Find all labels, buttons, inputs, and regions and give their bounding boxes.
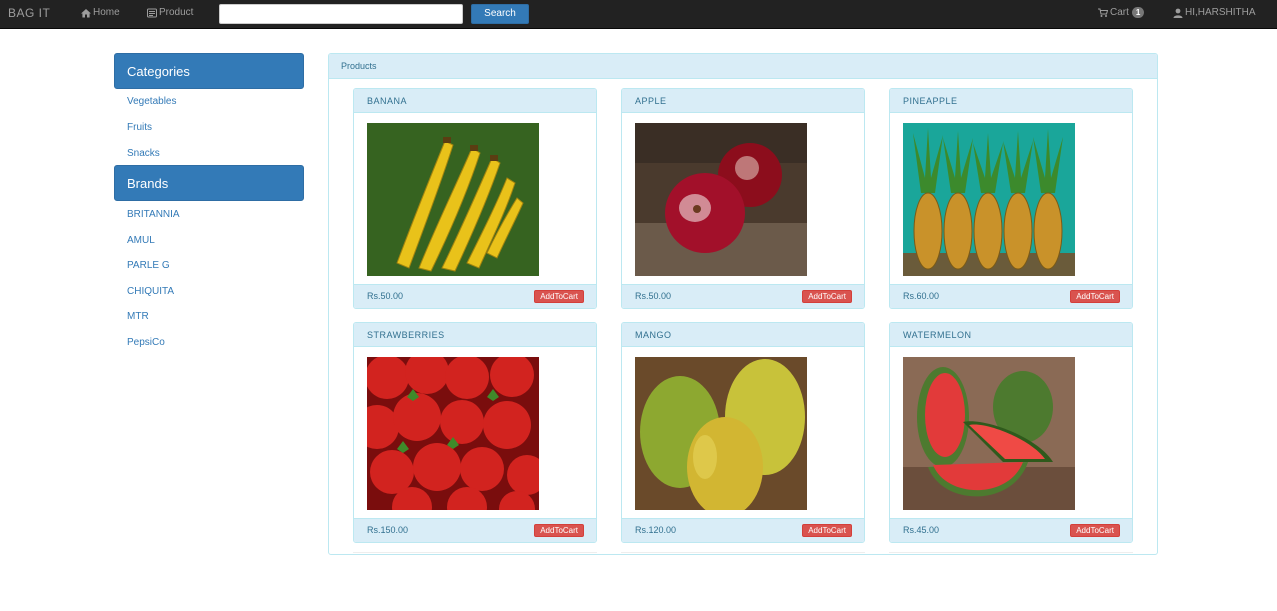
add-to-cart-button[interactable]: AddToCart — [534, 290, 584, 303]
brand-link-amul[interactable]: AMUL — [127, 235, 155, 246]
product-price: Rs.150.00 — [367, 525, 409, 535]
brand-link-pepsico[interactable]: PepsiCo — [127, 337, 165, 348]
brand-link-chiquita[interactable]: CHIQUITA — [127, 286, 174, 297]
list-icon — [147, 8, 157, 17]
brand-logo[interactable]: BAG IT — [8, 6, 50, 20]
product-name: MANGO — [622, 323, 864, 347]
category-link-snacks[interactable]: Snacks — [127, 148, 160, 159]
brands-header: Brands — [114, 165, 304, 201]
product-card: PINEAPPLE Rs.60.00 AddToCart — [889, 88, 1133, 309]
product-card: MANGO Rs.120.00 AddToCart — [621, 322, 865, 543]
nav-user-link[interactable]: HI,HARSHITHA — [1173, 7, 1256, 18]
top-navbar: BAG IT Home Product Search Cart 1 HI,HAR… — [0, 0, 1277, 29]
product-name: BANANA — [354, 89, 596, 113]
apple-image[interactable] — [635, 123, 807, 276]
product-price: Rs.50.00 — [367, 291, 404, 301]
category-link-fruits[interactable]: Fruits — [127, 122, 152, 133]
banana-image[interactable] — [367, 123, 539, 276]
product-card-footer: Rs.45.00 AddToCart — [890, 518, 1132, 542]
strawberries-image[interactable] — [367, 357, 539, 510]
product-price: Rs.60.00 — [903, 291, 940, 301]
watermelon-image[interactable] — [903, 357, 1075, 510]
nav-product-label: Product — [159, 7, 194, 18]
brand-link-parle-g[interactable]: PARLE G — [127, 260, 170, 271]
product-card-footer: Rs.50.00 AddToCart — [354, 284, 596, 308]
product-price: Rs.50.00 — [635, 291, 672, 301]
product-card-footer: Rs.50.00 AddToCart — [622, 284, 864, 308]
cart-count-badge: 1 — [1131, 7, 1145, 18]
user-icon — [1173, 8, 1183, 18]
product-card-footer: Rs.60.00 AddToCart — [890, 284, 1132, 308]
pineapple-image[interactable] — [903, 123, 1075, 276]
product-card: STRAWBERRIES Rs.150.00 AddToCart — [353, 322, 597, 543]
nav-product-link[interactable]: Product — [147, 7, 193, 18]
search-button[interactable]: Search — [471, 4, 529, 24]
products-panel-title: Products — [329, 54, 1157, 79]
product-name: PINEAPPLE — [890, 89, 1132, 113]
product-card: WATERMELON Rs.45.00 AddToCart — [889, 322, 1133, 543]
product-card-footer: Rs.150.00 AddToCart — [354, 518, 596, 542]
add-to-cart-button[interactable]: AddToCart — [1070, 524, 1120, 537]
next-row-card-edge — [353, 552, 597, 554]
mango-image[interactable] — [635, 357, 807, 510]
home-icon — [81, 8, 91, 17]
add-to-cart-button[interactable]: AddToCart — [534, 524, 584, 537]
brand-link-mtr[interactable]: MTR — [127, 311, 149, 322]
product-price: Rs.120.00 — [635, 525, 677, 535]
nav-cart-link[interactable]: Cart 1 — [1098, 7, 1145, 18]
nav-user-label: HI,HARSHITHA — [1185, 7, 1256, 18]
product-price: Rs.45.00 — [903, 525, 940, 535]
add-to-cart-button[interactable]: AddToCart — [1070, 290, 1120, 303]
product-name: WATERMELON — [890, 323, 1132, 347]
add-to-cart-button[interactable]: AddToCart — [802, 290, 852, 303]
nav-home-label: Home — [93, 7, 120, 18]
add-to-cart-button[interactable]: AddToCart — [802, 524, 852, 537]
product-card: BANANA Rs.50.00 AddToCart — [353, 88, 597, 309]
product-card-footer: Rs.120.00 AddToCart — [622, 518, 864, 542]
products-panel: Products BANANA Rs.50.00 AddToCart APPLE… — [328, 53, 1158, 555]
brand-link-britannia[interactable]: BRITANNIA — [127, 209, 180, 220]
next-row-card-edge — [889, 552, 1133, 554]
product-name: APPLE — [622, 89, 864, 113]
cart-icon — [1098, 8, 1108, 17]
nav-cart-label: Cart — [1110, 7, 1129, 18]
product-name: STRAWBERRIES — [354, 323, 596, 347]
category-link-vegetables[interactable]: Vegetables — [127, 96, 177, 107]
search-input[interactable] — [219, 4, 463, 24]
next-row-card-edge — [621, 552, 865, 554]
product-card: APPLE Rs.50.00 AddToCart — [621, 88, 865, 309]
nav-home-link[interactable]: Home — [81, 7, 120, 18]
categories-header: Categories — [114, 53, 304, 89]
